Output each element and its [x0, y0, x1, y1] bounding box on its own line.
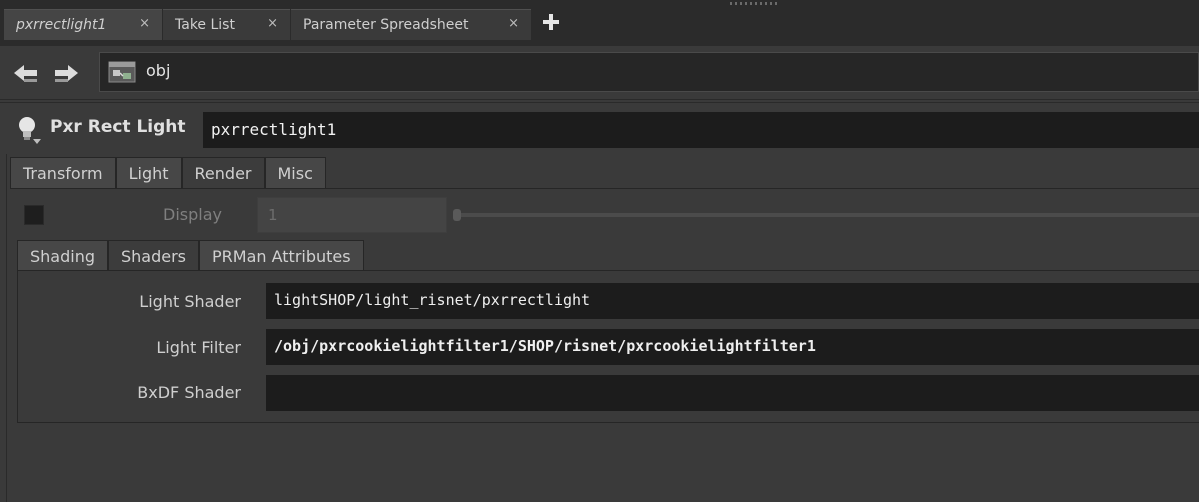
display-label: Display	[163, 205, 222, 224]
tab-shading[interactable]: Shading	[17, 240, 108, 271]
plus-icon[interactable]	[541, 13, 561, 33]
light-shader-label: Light Shader	[139, 292, 241, 311]
tab-transform[interactable]: Transform	[10, 157, 116, 188]
object-network-icon	[108, 61, 136, 83]
tab-take-list[interactable]: Take List ×	[163, 9, 290, 40]
tab-prman-attributes[interactable]: PRMan Attributes	[199, 240, 364, 271]
tab-misc[interactable]: Misc	[264, 157, 326, 188]
forward-arrow-icon[interactable]	[52, 62, 80, 86]
tab-render[interactable]: Render	[181, 157, 265, 188]
node-type-label: Pxr Rect Light	[50, 117, 186, 137]
node-header: Pxr Rect Light pxrrectlight1	[0, 102, 1199, 152]
light-filter-label: Light Filter	[156, 338, 241, 357]
network-path-text: obj	[146, 61, 171, 80]
tab-label: Take List	[175, 17, 235, 33]
parameter-tab-row: Transform Light Render Misc	[10, 157, 326, 188]
tab-label: Parameter Spreadsheet	[303, 17, 469, 33]
close-icon[interactable]: ×	[139, 16, 150, 31]
close-icon[interactable]: ×	[508, 16, 519, 31]
back-arrow-icon[interactable]	[12, 62, 40, 86]
light-shader-field[interactable]: lightSHOP/light_risnet/pxrrectlight	[266, 283, 1199, 319]
parameter-pane: Transform Light Render Misc Display 1 Sh…	[6, 154, 1199, 502]
bxdf-shader-label: BxDF Shader	[137, 383, 241, 402]
pane-resize-grip[interactable]	[730, 2, 780, 5]
network-path-field[interactable]: obj	[99, 52, 1199, 92]
display-toggle-checkbox[interactable]	[24, 205, 44, 225]
tab-shaders[interactable]: Shaders	[108, 240, 200, 271]
light-filter-field[interactable]: /obj/pxrcookielightfilter1/SHOP/risnet/p…	[266, 329, 1199, 365]
tab-parameter-spreadsheet[interactable]: Parameter Spreadsheet ×	[291, 9, 531, 40]
tab-pxrrectlight1[interactable]: pxrrectlight1 ×	[4, 9, 162, 40]
close-icon[interactable]: ×	[267, 16, 278, 31]
pane-tab-bar: pxrrectlight1 × Take List × Parameter Sp…	[0, 0, 1199, 46]
render-subtab-row: Shading Shaders PRMan Attributes	[17, 240, 364, 271]
display-slider-track[interactable]	[453, 213, 1199, 217]
light-bulb-icon[interactable]	[16, 115, 42, 145]
display-slider-handle[interactable]	[453, 209, 461, 221]
node-name-field[interactable]: pxrrectlight1	[203, 112, 1199, 148]
tab-light[interactable]: Light	[115, 157, 182, 188]
bxdf-shader-field[interactable]	[266, 375, 1199, 411]
tab-label: pxrrectlight1	[16, 17, 107, 33]
display-value-field[interactable]: 1	[257, 197, 447, 233]
tab-divider	[10, 188, 1199, 189]
